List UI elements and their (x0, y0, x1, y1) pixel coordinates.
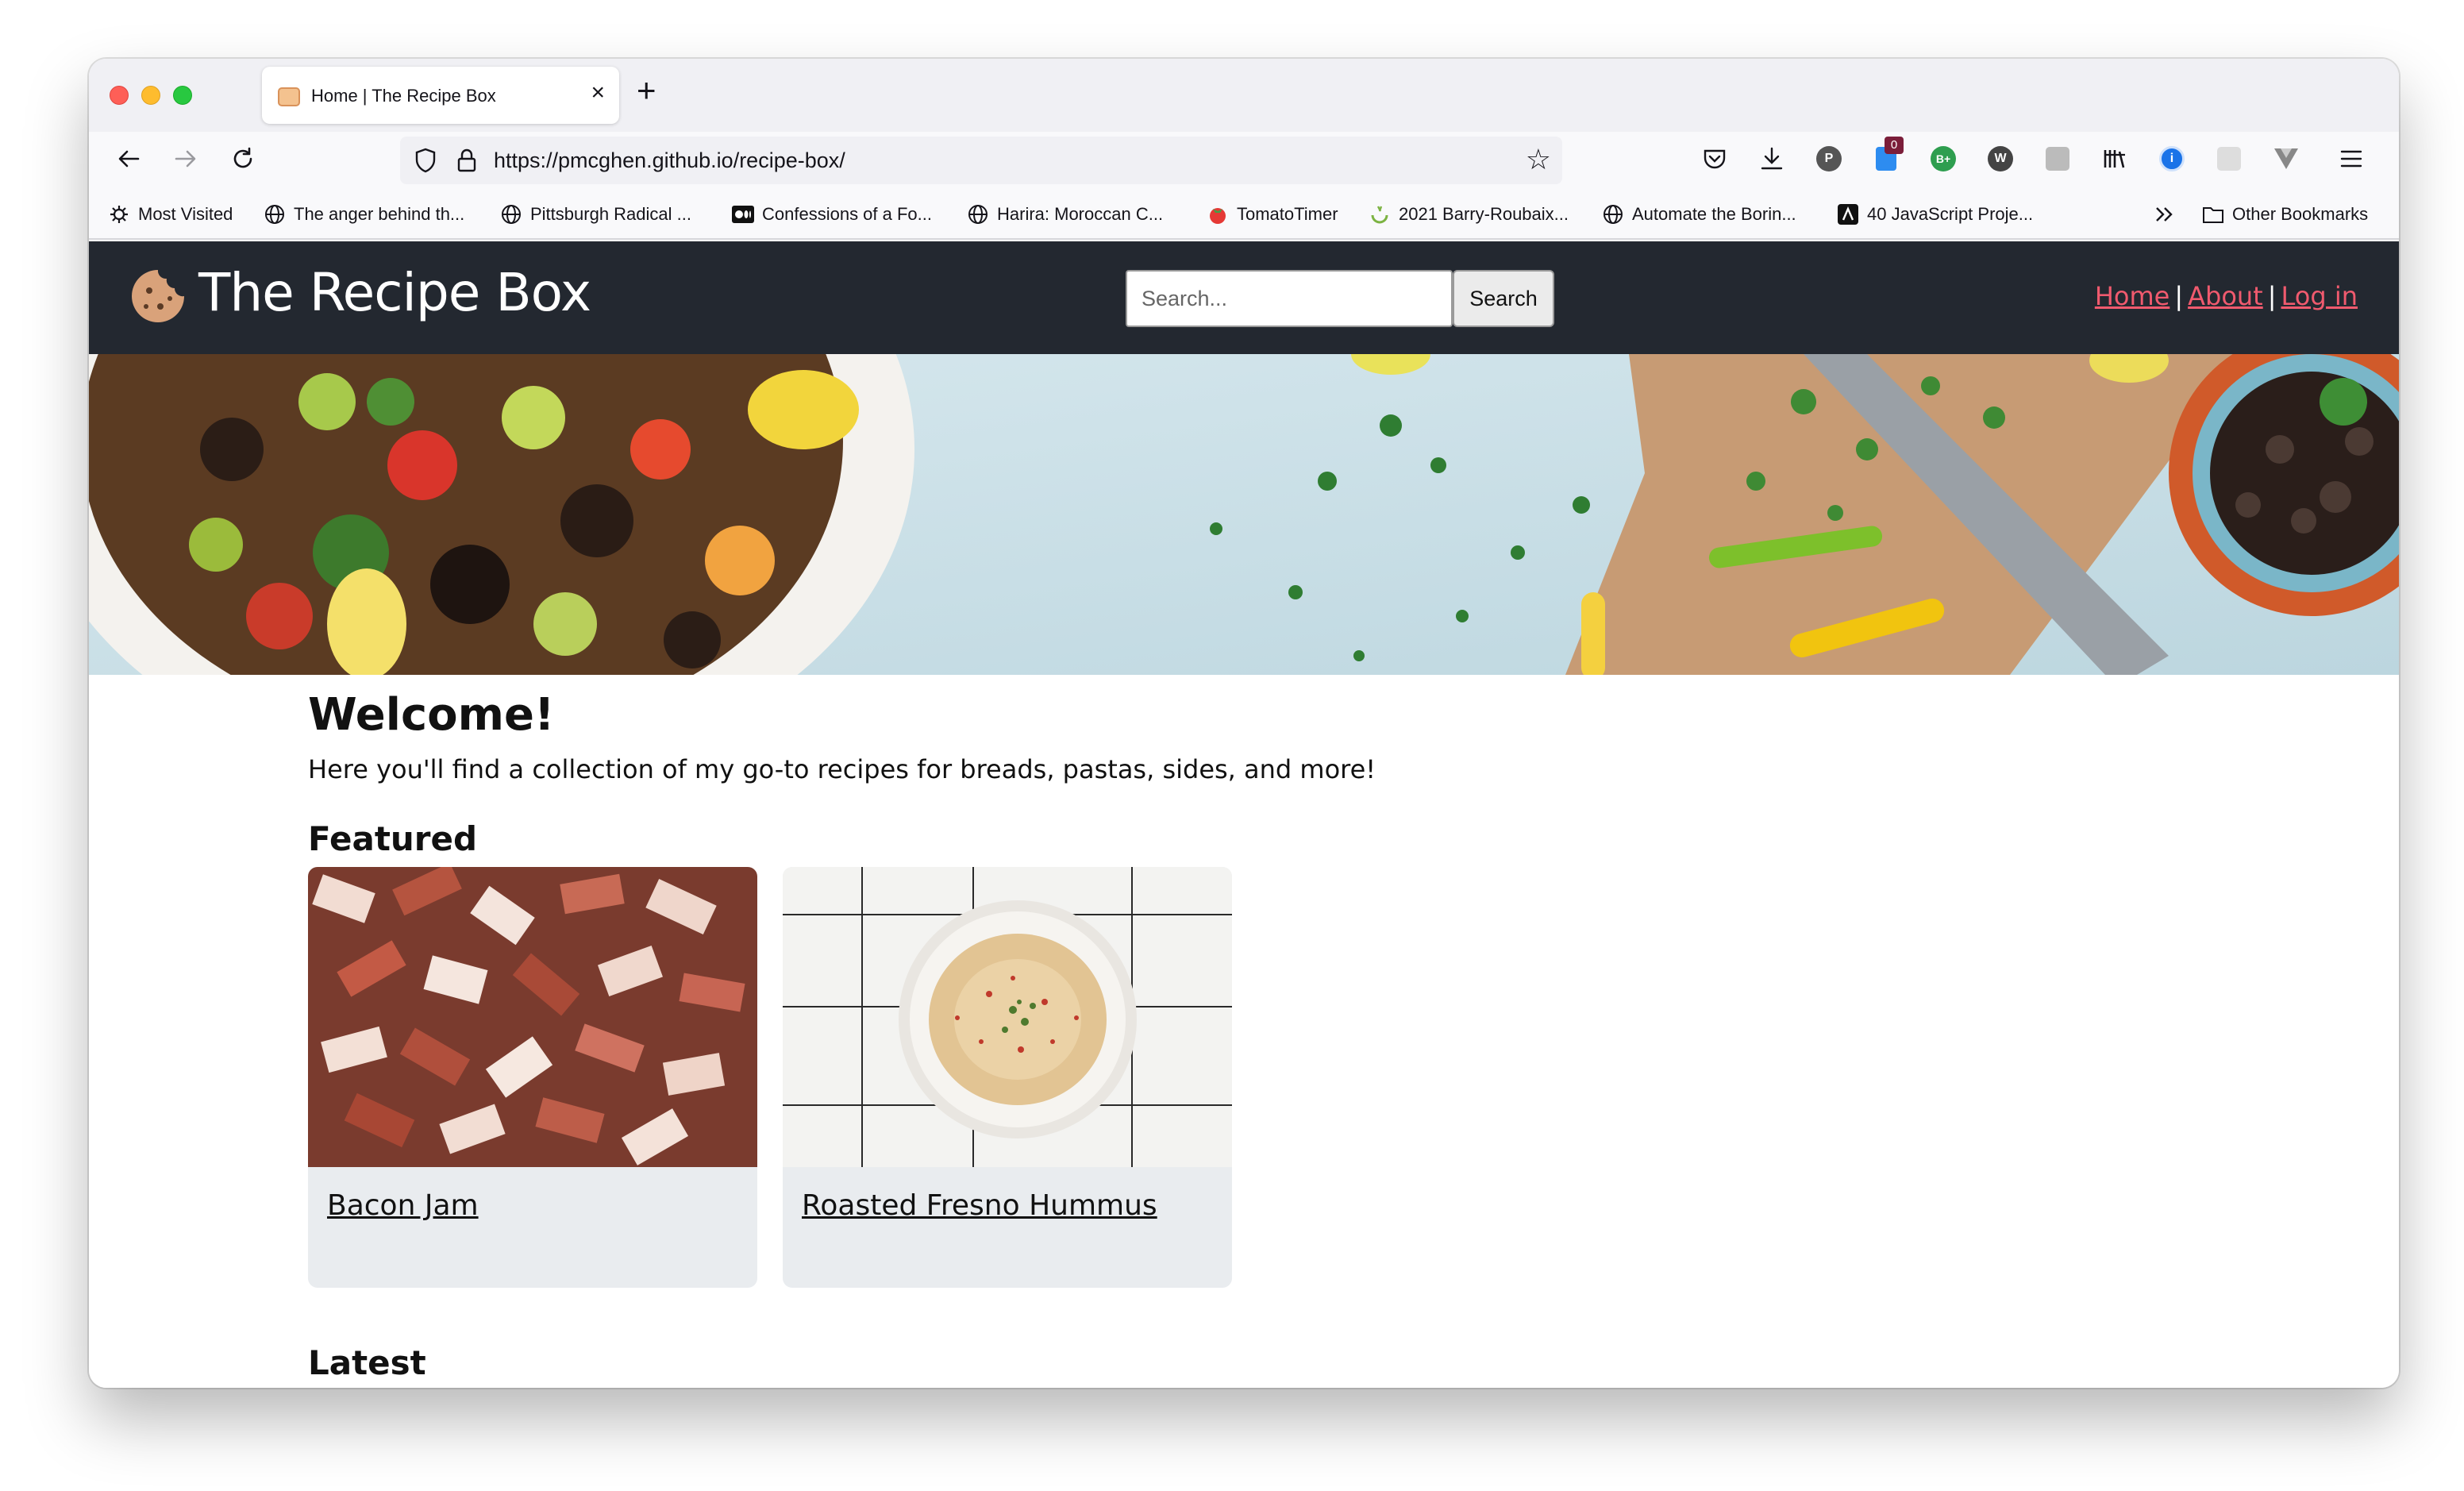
tracking-protection-shield-icon[interactable] (410, 144, 441, 176)
library-icon[interactable] (2099, 143, 2131, 175)
scrimba-icon (1837, 203, 1859, 225)
bookmark-label: Automate the Borin... (1632, 204, 1796, 224)
back-arrow-icon (118, 150, 140, 168)
forward-button[interactable] (167, 140, 205, 178)
bookmark-anger[interactable]: The anger behind th... (264, 202, 464, 227)
hamburger-menu-icon[interactable] (2335, 143, 2367, 175)
browser-window: Home | The Recipe Box × + https://pmcghe… (89, 59, 2399, 1388)
nav-login-link[interactable]: Log in (2281, 281, 2358, 311)
nav-separator: | (2267, 281, 2277, 311)
reload-button[interactable] (224, 140, 262, 178)
bookmark-tomatotimer[interactable]: TomatoTimer (1207, 202, 1338, 227)
notification-extension-icon[interactable]: 0 (1870, 137, 1904, 175)
zoom-window-button[interactable] (173, 86, 192, 105)
recipe-image-hummus[interactable] (783, 867, 1232, 1167)
featured-heading: Featured (308, 819, 478, 858)
pinboard-extension-icon[interactable]: P (1813, 143, 1845, 175)
latest-heading: Latest (308, 1343, 426, 1382)
recipe-box-favicon-icon (278, 87, 300, 106)
bookmark-label: 40 JavaScript Proje... (1867, 204, 2034, 224)
medium-icon (732, 203, 754, 225)
nav-home-link[interactable]: Home (2095, 281, 2170, 311)
bookmark-star-icon[interactable]: ☆ (1526, 143, 1551, 176)
password-manager-icon[interactable]: i (2156, 143, 2188, 175)
web-page: The Recipe Box Search Home|About|Log in (89, 241, 2399, 1388)
recipe-card-roasted-fresno-hummus[interactable]: Roasted Fresno Hummus (783, 867, 1232, 1288)
bookmark-label: Confessions of a Fo... (762, 204, 932, 224)
welcome-heading: Welcome! (308, 689, 555, 741)
tab-strip: Home | The Recipe Box × + (89, 59, 2399, 132)
bookmark-label: Pittsburgh Radical ... (530, 204, 691, 224)
cookie-icon (132, 270, 184, 322)
close-window-button[interactable] (110, 86, 129, 105)
site-title[interactable]: The Recipe Box (198, 262, 591, 323)
bookmark-javascript-projects[interactable]: 40 JavaScript Proje... (1837, 202, 2033, 227)
hero-banner-image (89, 354, 2399, 675)
globe-icon (264, 203, 286, 225)
more-bookmarks-chevron-icon[interactable] (2153, 202, 2177, 227)
recipe-card-bacon-jam[interactable]: Bacon Jam (308, 867, 757, 1288)
bookmark-label: The anger behind th... (294, 204, 465, 224)
grid-icon (2217, 147, 2241, 171)
gear-icon (108, 203, 130, 225)
new-tab-button[interactable]: + (637, 73, 656, 108)
bookmark-most-visited[interactable]: Most Visited (108, 202, 233, 227)
vue-devtools-icon[interactable] (2270, 143, 2302, 175)
tomato-icon (1207, 203, 1229, 225)
recipe-card-title[interactable]: Bacon Jam (327, 1189, 479, 1222)
bookmarks-toolbar: Most Visited The anger behind th... Pitt… (89, 187, 2399, 240)
site-nav-links: Home | About | Log in (2095, 281, 2358, 311)
folder-icon (2202, 203, 2224, 225)
extension-badge: 0 (1885, 137, 1904, 154)
bookmark-pittsburgh[interactable]: Pittsburgh Radical ... (500, 202, 691, 227)
recipe-image-bacon[interactable] (308, 867, 757, 1167)
back-button[interactable] (110, 140, 148, 178)
bookmark-label: TomatoTimer (1237, 204, 1338, 224)
other-bookmarks-label: Other Bookmarks (2232, 204, 2369, 224)
pinboard-label: P (1816, 146, 1842, 171)
leaf-icon (1369, 203, 1391, 225)
globe-icon (967, 203, 989, 225)
close-tab-icon[interactable]: × (591, 81, 605, 105)
tab-home[interactable]: Home | The Recipe Box × (262, 67, 619, 124)
lock-icon[interactable] (451, 144, 483, 176)
globe-icon (1602, 203, 1624, 225)
bplus-extension-icon[interactable]: B+ (1927, 143, 1959, 175)
reload-icon (233, 147, 252, 168)
nav-separator: | (2174, 281, 2184, 311)
bookmark-label: Harira: Moroccan C... (997, 204, 1164, 224)
downloads-icon[interactable] (1756, 143, 1788, 175)
site-navbar: The Recipe Box Search Home|About|Log in (89, 241, 2399, 354)
bookmark-label: 2021 Barry-Roubaix... (1399, 204, 1569, 224)
forward-arrow-icon (175, 150, 196, 168)
tab-title: Home | The Recipe Box (311, 86, 496, 106)
wordpress-extension-icon[interactable]: W (1985, 143, 2016, 175)
translate-icon (2046, 147, 2069, 171)
bookmark-automate[interactable]: Automate the Borin... (1602, 202, 1796, 227)
search-input[interactable] (1126, 270, 1453, 327)
bplus-label: B+ (1931, 146, 1956, 171)
minimize-window-button[interactable] (141, 86, 160, 105)
bookmark-barry-roubaix[interactable]: 2021 Barry-Roubaix... (1369, 202, 1569, 227)
url-text[interactable]: https://pmcghen.github.io/recipe-box/ (494, 148, 845, 173)
pocket-icon[interactable] (1699, 143, 1731, 175)
intro-text: Here you'll find a collection of my go-t… (308, 754, 1376, 784)
nav-about-link[interactable]: About (2188, 281, 2263, 311)
bookmark-confessions[interactable]: Confessions of a Fo... (732, 202, 932, 227)
grid-extension-icon[interactable] (2213, 143, 2245, 175)
bookmark-harira[interactable]: Harira: Moroccan C... (967, 202, 1163, 227)
nav-toolbar: https://pmcghen.github.io/recipe-box/ ☆ … (89, 132, 2399, 187)
translate-extension-icon[interactable] (2042, 143, 2073, 175)
globe-icon (500, 203, 522, 225)
recipe-card-title[interactable]: Roasted Fresno Hummus (802, 1189, 1157, 1222)
bookmark-label: Most Visited (138, 204, 233, 224)
url-bar[interactable]: https://pmcghen.github.io/recipe-box/ ☆ (400, 137, 1562, 184)
other-bookmarks[interactable]: Other Bookmarks (2202, 202, 2368, 227)
search-button[interactable]: Search (1453, 270, 1554, 327)
